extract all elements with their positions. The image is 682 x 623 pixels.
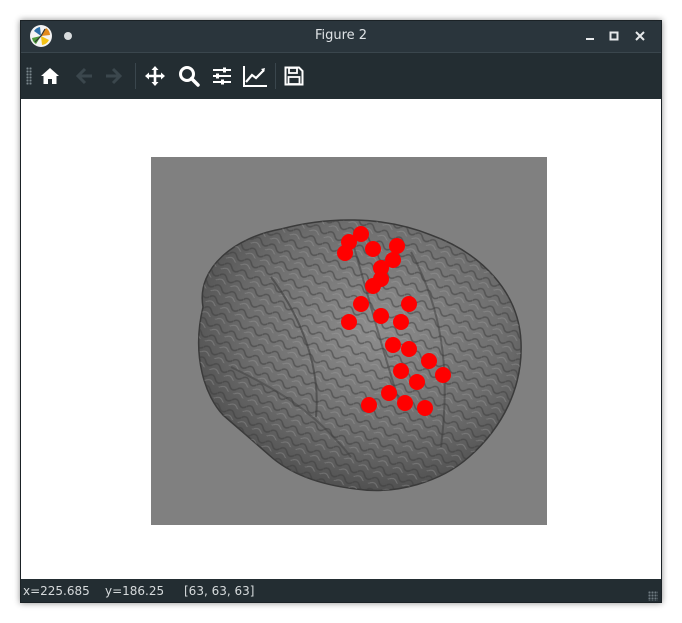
electrode-marker [373, 308, 389, 324]
configure-subplots-button[interactable] [209, 63, 235, 89]
edit-axis-button[interactable] [242, 63, 268, 89]
cursor-y-readout: y=186.25 [105, 584, 165, 598]
toolbar-separator [275, 63, 276, 89]
electrode-marker [421, 353, 437, 369]
electrode-marker [353, 296, 369, 312]
pin-dot-icon[interactable] [64, 32, 72, 40]
electrode-marker [435, 367, 451, 383]
resize-grip-handle[interactable] [648, 591, 658, 601]
home-button[interactable] [37, 63, 63, 89]
pan-move-icon [145, 66, 165, 86]
toolbar-separator [135, 63, 136, 89]
electrode-marker [337, 245, 353, 261]
matplotlib-logo-icon [30, 25, 52, 47]
save-button[interactable] [281, 63, 307, 89]
electrode-marker [381, 385, 397, 401]
zoom-button[interactable] [176, 63, 202, 89]
electrode-marker [401, 341, 417, 357]
edit-axis-icon [243, 66, 267, 87]
status-bar: x=225.685 y=186.25 [63, 63, 63] [21, 579, 661, 602]
electrode-marker [397, 395, 413, 411]
save-disk-icon [284, 66, 304, 86]
electrode-marker [385, 337, 401, 353]
maximize-icon [609, 31, 619, 41]
back-arrow-icon [75, 67, 92, 85]
minimize-button[interactable] [581, 27, 599, 45]
electrode-marker [365, 241, 381, 257]
electrode-marker [417, 400, 433, 416]
figure-canvas[interactable] [21, 99, 661, 579]
pan-button[interactable] [142, 63, 168, 89]
electrode-marker [389, 238, 405, 254]
pixel-value-readout: [63, 63, 63] [184, 584, 255, 598]
electrode-marker [373, 271, 389, 287]
electrode-marker [401, 296, 417, 312]
forward-button[interactable] [101, 63, 127, 89]
window-title: Figure 2 [314, 28, 368, 43]
cursor-x-readout: x=225.685 [23, 584, 90, 598]
zoom-magnifier-icon [179, 66, 200, 87]
electrode-marker [409, 374, 425, 390]
maximize-button[interactable] [605, 27, 623, 45]
electrode-marker [393, 314, 409, 330]
figure-window: Figure 2 x=225.685 y=186.25 [63, 63, 63] [20, 20, 662, 603]
electrode-marker [393, 363, 409, 379]
configure-subplots-icon [213, 67, 231, 85]
minimize-icon [586, 38, 594, 40]
toolbar-grip-handle[interactable] [26, 67, 32, 85]
home-icon [41, 68, 59, 84]
back-button[interactable] [71, 63, 97, 89]
navigation-toolbar [21, 52, 661, 99]
electrode-marker [361, 397, 377, 413]
electrode-marker [341, 314, 357, 330]
title-bar[interactable]: Figure 2 [21, 21, 661, 52]
brain-render-image [151, 157, 547, 525]
forward-arrow-icon [106, 67, 123, 85]
close-icon [635, 31, 645, 41]
close-button[interactable] [631, 27, 649, 45]
